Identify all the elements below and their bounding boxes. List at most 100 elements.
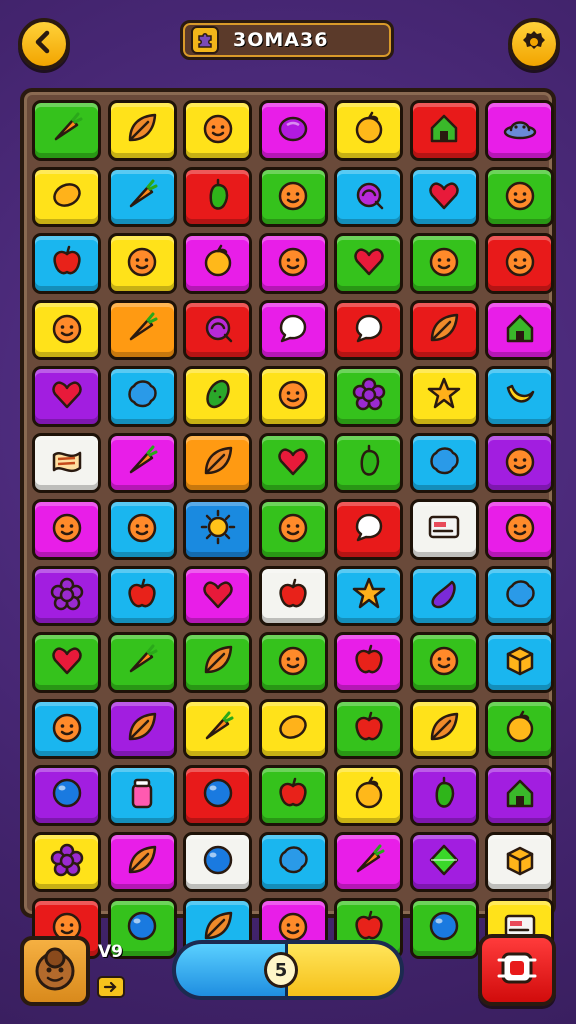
tile[interactable] xyxy=(107,432,177,493)
ball-icon xyxy=(198,773,238,817)
tile[interactable] xyxy=(334,299,403,360)
tile[interactable] xyxy=(32,100,101,161)
tile[interactable] xyxy=(485,765,554,826)
tile[interactable] xyxy=(258,432,328,493)
level-badge xyxy=(97,976,125,998)
tile[interactable] xyxy=(334,831,403,892)
tile[interactable] xyxy=(409,166,479,227)
tile[interactable] xyxy=(183,100,252,161)
tile[interactable] xyxy=(258,765,328,826)
tile[interactable] xyxy=(32,299,101,360)
tile[interactable] xyxy=(32,233,101,294)
eggplant-icon xyxy=(424,574,464,618)
tile[interactable] xyxy=(485,299,554,360)
tile[interactable] xyxy=(334,632,403,693)
tile[interactable] xyxy=(32,632,101,693)
tile[interactable] xyxy=(183,499,252,560)
tile[interactable] xyxy=(409,565,479,626)
tile[interactable] xyxy=(409,233,479,294)
tile[interactable] xyxy=(183,831,252,892)
face-icon xyxy=(273,507,313,551)
tile[interactable] xyxy=(485,632,554,693)
blob-icon xyxy=(273,840,313,884)
tile[interactable] xyxy=(258,831,328,892)
candy-icon xyxy=(349,175,389,219)
tile[interactable] xyxy=(258,565,328,626)
tile[interactable] xyxy=(485,166,554,227)
tile[interactable] xyxy=(334,100,403,161)
tile[interactable] xyxy=(183,432,252,493)
tile[interactable] xyxy=(107,765,177,826)
face-icon xyxy=(47,707,87,751)
tile[interactable] xyxy=(107,233,177,294)
tile[interactable] xyxy=(183,366,252,427)
tile[interactable] xyxy=(258,166,328,227)
tile[interactable] xyxy=(334,499,403,560)
tile[interactable] xyxy=(183,166,252,227)
tile[interactable] xyxy=(32,499,101,560)
tile[interactable] xyxy=(334,432,403,493)
tile[interactable] xyxy=(32,698,101,759)
tile[interactable] xyxy=(107,565,177,626)
tile[interactable] xyxy=(334,565,403,626)
tile[interactable] xyxy=(183,565,252,626)
tile[interactable] xyxy=(409,831,479,892)
tile[interactable] xyxy=(409,366,479,427)
tile[interactable] xyxy=(258,299,328,360)
tile[interactable] xyxy=(32,366,101,427)
tile[interactable] xyxy=(485,432,554,493)
tile[interactable] xyxy=(183,299,252,360)
gem-icon xyxy=(424,840,464,884)
tile[interactable] xyxy=(485,233,554,294)
tile[interactable] xyxy=(258,632,328,693)
tile[interactable] xyxy=(107,299,177,360)
face-icon xyxy=(273,241,313,285)
tile[interactable] xyxy=(409,432,479,493)
tile[interactable] xyxy=(334,698,403,759)
tile[interactable] xyxy=(485,565,554,626)
tile[interactable] xyxy=(32,831,101,892)
tile[interactable] xyxy=(107,632,177,693)
tile[interactable] xyxy=(409,698,479,759)
tile[interactable] xyxy=(485,366,554,427)
carrot-icon xyxy=(122,441,162,485)
tile[interactable] xyxy=(258,499,328,560)
tile[interactable] xyxy=(258,698,328,759)
tile[interactable] xyxy=(409,765,479,826)
tile[interactable] xyxy=(258,366,328,427)
tile[interactable] xyxy=(334,166,403,227)
back-button[interactable] xyxy=(18,18,70,70)
tile[interactable] xyxy=(485,831,554,892)
tile[interactable] xyxy=(107,499,177,560)
tile[interactable] xyxy=(485,698,554,759)
tile[interactable] xyxy=(485,499,554,560)
tile[interactable] xyxy=(334,765,403,826)
tile[interactable] xyxy=(258,233,328,294)
tile[interactable] xyxy=(107,698,177,759)
tile[interactable] xyxy=(409,100,479,161)
leaf-icon xyxy=(198,441,238,485)
tile[interactable] xyxy=(32,166,101,227)
tile[interactable] xyxy=(107,100,177,161)
tile[interactable] xyxy=(183,765,252,826)
settings-button[interactable] xyxy=(508,18,560,70)
tile[interactable] xyxy=(334,366,403,427)
tile[interactable] xyxy=(409,299,479,360)
heart-icon xyxy=(47,374,87,418)
tile[interactable] xyxy=(107,166,177,227)
tile[interactable] xyxy=(107,366,177,427)
tile[interactable] xyxy=(183,233,252,294)
tile[interactable] xyxy=(183,698,252,759)
player-avatar-button[interactable] xyxy=(20,936,90,1006)
tile[interactable] xyxy=(409,499,479,560)
tile[interactable] xyxy=(409,632,479,693)
tile[interactable] xyxy=(32,432,101,493)
tile[interactable] xyxy=(107,831,177,892)
tile[interactable] xyxy=(258,100,328,161)
tile[interactable] xyxy=(32,765,101,826)
shuffle-button[interactable] xyxy=(478,934,556,1006)
tile[interactable] xyxy=(334,233,403,294)
tile[interactable] xyxy=(183,632,252,693)
tile[interactable] xyxy=(32,565,101,626)
tile[interactable] xyxy=(485,100,554,161)
